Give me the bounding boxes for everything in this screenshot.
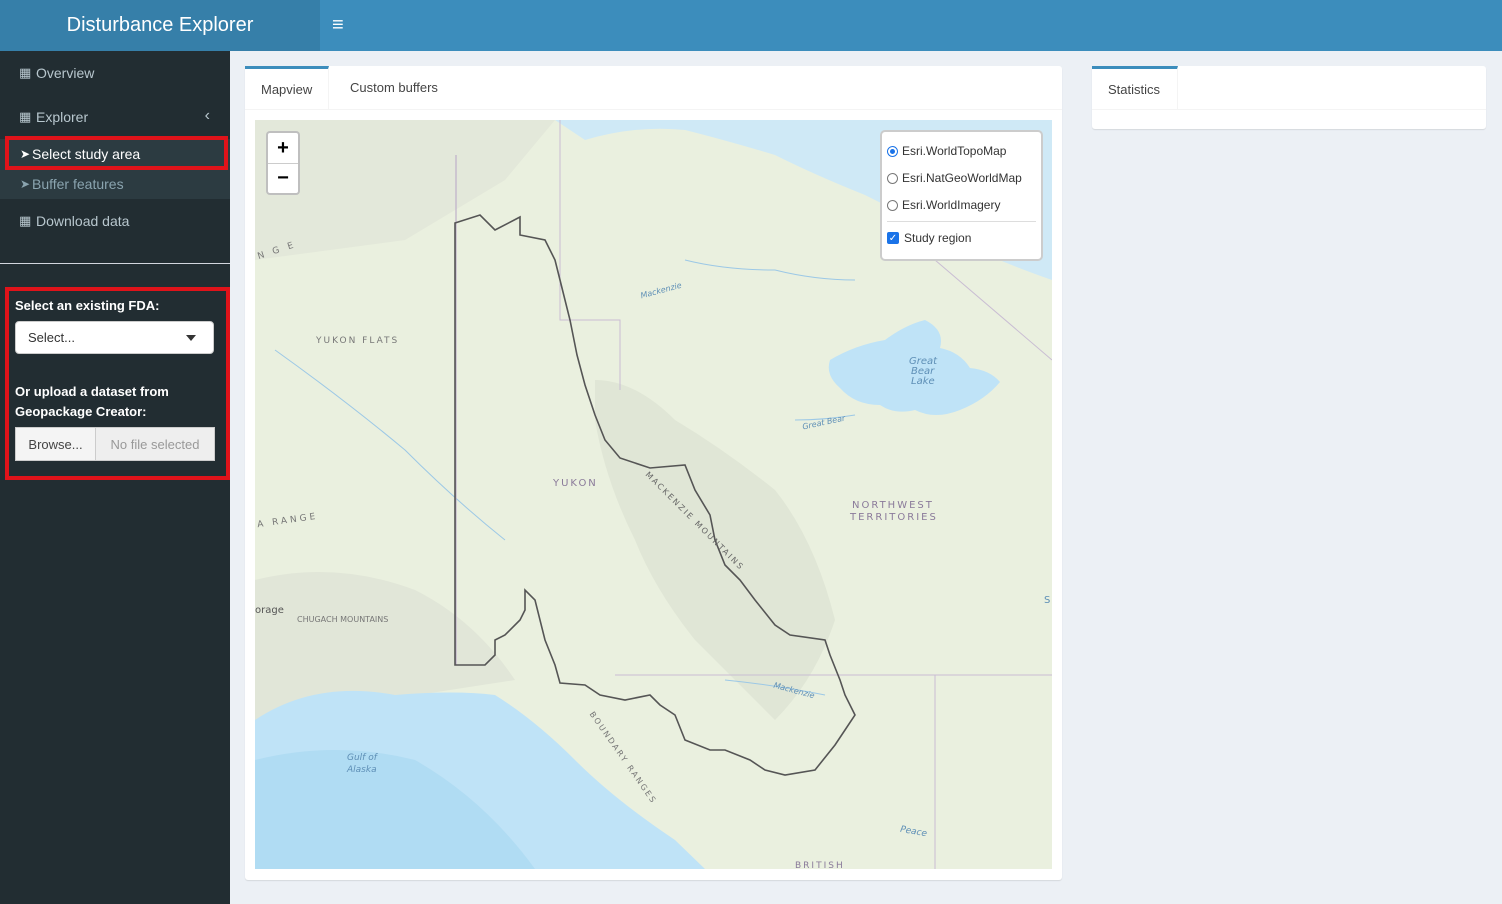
layer-label: Esri.NatGeoWorldMap xyxy=(902,171,1022,185)
sidebar-item-explorer[interactable]: ▦ Explorer ‹ xyxy=(0,95,230,139)
sidebar-divider xyxy=(0,263,230,264)
map-view[interactable]: YUKON FLATS YUKON MACKENZIE MOUNTAINS NO… xyxy=(255,120,1052,869)
tab-mapview[interactable]: Mapview xyxy=(245,66,329,109)
basemap-option-worldimagery[interactable]: Esri.WorldImagery xyxy=(887,198,1000,212)
tab-statistics[interactable]: Statistics xyxy=(1092,66,1178,109)
layer-label: Esri.WorldTopoMap xyxy=(902,144,1007,158)
tab-custom-buffers[interactable]: Custom buffers xyxy=(329,66,449,109)
highlight-box-form xyxy=(5,287,230,480)
sidebar-item-overview[interactable]: ▦ Overview xyxy=(0,51,230,95)
map-label-anchorage: orage xyxy=(255,605,284,616)
statistics-box: Statistics xyxy=(1092,66,1486,129)
map-label-yukon: YUKON xyxy=(553,478,598,489)
map-label-gulf-2: Alaska xyxy=(347,765,377,775)
app-title[interactable]: Disturbance Explorer xyxy=(0,0,320,51)
statistics-tabs: Statistics xyxy=(1092,66,1486,110)
map-tabs: Mapview Custom buffers xyxy=(245,66,1062,110)
map-label-s-edge: S xyxy=(1044,595,1051,606)
table-icon: ▦ xyxy=(19,109,32,124)
tab-label: Custom buffers xyxy=(350,80,438,95)
tab-label: Mapview xyxy=(261,81,313,97)
map-label-chugach: CHUGACH MOUNTAINS xyxy=(297,615,389,624)
zoom-control: + − xyxy=(266,131,300,195)
sidebar-item-download-data[interactable]: ▦ Download data xyxy=(0,199,230,243)
sidebar-item-label: Overview xyxy=(36,65,95,81)
radio-icon[interactable] xyxy=(887,172,898,184)
radio-icon[interactable] xyxy=(887,199,898,211)
sidebar-toggle-button[interactable]: ≡ xyxy=(332,14,350,36)
hamburger-icon: ≡ xyxy=(332,14,344,36)
map-label-great-bear-3: Lake xyxy=(911,376,935,387)
map-label-yukon-flats: YUKON FLATS xyxy=(316,336,400,346)
chevron-left-icon: ‹ xyxy=(204,107,210,124)
table-icon: ▦ xyxy=(19,65,32,80)
layer-label: Esri.WorldImagery xyxy=(902,198,1001,212)
basemap-option-natgeoworldmap[interactable]: Esri.NatGeoWorldMap xyxy=(887,171,1022,185)
basemap-option-worldtopomap[interactable]: Esri.WorldTopoMap xyxy=(887,144,1006,158)
layer-control: Esri.WorldTopoMap Esri.NatGeoWorldMap Es… xyxy=(880,130,1043,261)
zoom-out-button[interactable]: − xyxy=(268,163,298,193)
map-label-nwt-2: TERRITORIES xyxy=(850,512,938,523)
sidebar-item-label: Download data xyxy=(36,213,130,229)
radio-selected-icon[interactable] xyxy=(887,145,898,157)
checkbox-checked-icon[interactable]: ✓ xyxy=(887,232,899,244)
layer-divider xyxy=(887,221,1036,222)
highlight-box-menu xyxy=(5,136,228,170)
submenu-item-label: Buffer features xyxy=(32,176,124,192)
sidebar-item-label: Explorer xyxy=(36,109,89,125)
table-icon: ▦ xyxy=(19,213,32,228)
map-label-gulf-1: Gulf of xyxy=(347,753,377,763)
overlay-option-study-region[interactable]: ✓ Study region xyxy=(887,231,971,245)
submenu-item-buffer-features[interactable]: ➤ Buffer features xyxy=(0,169,230,199)
map-label-nwt-1: NORTHWEST xyxy=(852,500,934,511)
tab-label: Statistics xyxy=(1108,81,1161,97)
layer-label: Study region xyxy=(904,231,972,245)
top-navbar: ≡ xyxy=(320,0,1502,51)
map-label-british: BRITISH xyxy=(795,861,845,869)
zoom-in-button[interactable]: + xyxy=(268,133,298,163)
pointer-icon: ➤ xyxy=(20,177,31,191)
